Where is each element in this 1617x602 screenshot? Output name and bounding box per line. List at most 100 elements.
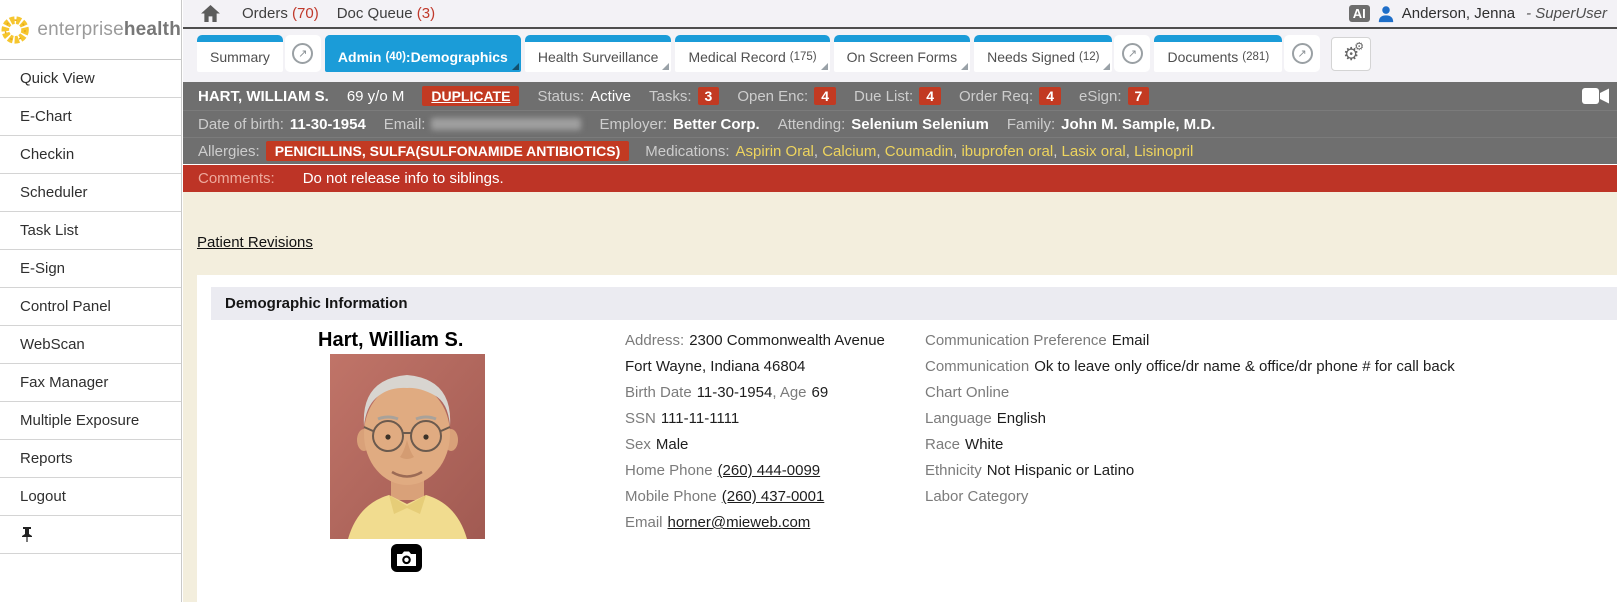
tab-health-surveillance[interactable]: Health Surveillance (525, 35, 672, 72)
detail-row: Race White (925, 432, 1617, 458)
status-label: Status: (537, 88, 584, 105)
sidebar-item-webscan[interactable]: WebScan (0, 326, 181, 364)
status-value: Active (590, 88, 631, 105)
open-enc-label: Open Enc: (737, 88, 808, 105)
detail-row: Labor Category (925, 484, 1617, 510)
medication-link[interactable]: Lasix oral (1062, 143, 1126, 160)
tasks-count-badge[interactable]: 3 (698, 87, 720, 105)
needs-signed-external-button[interactable]: ↗ (1114, 35, 1150, 72)
detail-label: Communication (925, 358, 1029, 375)
summary-external-button[interactable]: ↗ (285, 35, 321, 72)
sidebar-item-e-chart[interactable]: E-Chart (0, 98, 181, 136)
detail-row: Emailhorner@mieweb.com (625, 510, 925, 536)
detail-value: White (965, 436, 1003, 453)
doc-queue-link[interactable]: Doc Queue (3) (337, 5, 435, 22)
email-label: Email: (384, 116, 426, 133)
tab-summary[interactable]: Summary (197, 35, 283, 72)
detail-link[interactable]: (260) 444-0099 (718, 462, 821, 479)
main-content: Patient Revisions Demographic Informatio… (183, 192, 1617, 602)
sidebar-item-checkin[interactable]: Checkin (0, 136, 181, 174)
detail-link[interactable]: (260) 437-0001 (722, 488, 825, 505)
documents-external-button[interactable]: ↗ (1284, 35, 1320, 72)
comments-banner: Comments: Do not release info to sibling… (183, 165, 1617, 192)
demographic-card: Demographic Information Hart, William S. (197, 275, 1617, 602)
tab-documents[interactable]: Documents(281) (1154, 35, 1282, 72)
dob-label: Date of birth: (198, 116, 284, 133)
detail-value: 2300 Commonwealth Avenue (689, 332, 885, 349)
detail-label: Race (925, 436, 960, 453)
patient-age-sex: 69 y/o M (347, 88, 405, 105)
top-bar: Orders (70) Doc Queue (3) AI Anderson, J… (183, 0, 1617, 29)
comments-label: Comments: (198, 170, 275, 187)
sidebar-item-task-list[interactable]: Task List (0, 212, 181, 250)
ai-badge[interactable]: AI (1349, 5, 1370, 22)
order-req-count-badge[interactable]: 4 (1039, 87, 1061, 105)
detail-row: Communication PreferenceEmail (925, 328, 1617, 354)
medication-link[interactable]: Lisinopril (1134, 143, 1193, 160)
esign-count-badge[interactable]: 7 (1128, 87, 1150, 105)
patient-banner-row-3: Allergies: PENICILLINS, SULFA(SULFONAMID… (183, 137, 1617, 164)
detail-row: Birth Date11-30-1954, Age69 (625, 380, 925, 406)
sidebar-item-control-panel[interactable]: Control Panel (0, 288, 181, 326)
detail-label: , Age (772, 384, 806, 401)
tab-on-screen-forms[interactable]: On Screen Forms (834, 35, 970, 72)
video-camera-button[interactable] (1582, 88, 1609, 104)
medication-link[interactable]: Coumadin (885, 143, 953, 160)
detail-label: Birth Date (625, 384, 692, 401)
change-photo-button[interactable] (391, 544, 422, 572)
medications-list: Aspirin Oral, Calcium, Coumadin, ibuprof… (736, 143, 1194, 160)
detail-label: Mobile Phone (625, 488, 717, 505)
medication-link[interactable]: ibuprofen oral (961, 143, 1053, 160)
detail-value: English (997, 410, 1046, 427)
details-right: Communication PreferenceEmail Communicati… (925, 328, 1617, 510)
patient-display-name: Hart, William S. (318, 329, 463, 352)
sidebar-item-fax-manager[interactable]: Fax Manager (0, 364, 181, 402)
sunburst-logo-icon (0, 10, 30, 50)
detail-value: Email (1112, 332, 1150, 349)
open-enc-count-badge[interactable]: 4 (814, 87, 836, 105)
patient-revisions-link[interactable]: Patient Revisions (197, 234, 313, 251)
sidebar-item-scheduler[interactable]: Scheduler (0, 174, 181, 212)
medication-link[interactable]: Calcium (822, 143, 876, 160)
sidebar-pin-toggle[interactable] (0, 516, 181, 554)
user-role: - SuperUser (1526, 5, 1607, 22)
external-link-icon: ↗ (1122, 43, 1143, 64)
patient-banner-row-1: HART, WILLIAM S. 69 y/o M DUPLICATE Stat… (183, 82, 1617, 110)
enterprise-health-logo: enterprisehealth (0, 0, 182, 60)
employer-value: Better Corp. (673, 116, 760, 133)
sidebar-menu: Quick ViewE-ChartCheckinSchedulerTask Li… (0, 60, 181, 516)
medication-link[interactable]: Aspirin Oral (736, 143, 814, 160)
orders-link[interactable]: Orders (70) (242, 5, 319, 22)
user-menu[interactable]: Anderson, Jenna (1402, 5, 1515, 22)
allergies-label: Allergies: (198, 143, 260, 160)
due-list-count-badge[interactable]: 4 (919, 87, 941, 105)
sidebar-item-quick-view[interactable]: Quick View (0, 60, 181, 98)
pushpin-icon (20, 527, 34, 542)
tab-admin-demographics[interactable]: Admin(40):Demographics (325, 35, 521, 72)
detail-row: SSN 111-11-1111 (625, 406, 925, 432)
duplicate-badge[interactable]: DUPLICATE (422, 86, 519, 106)
detail-row: Address:2300 Commonwealth Avenue (625, 328, 925, 354)
patient-banner: HART, WILLIAM S. 69 y/o M DUPLICATE Stat… (183, 82, 1617, 164)
home-icon[interactable] (201, 5, 220, 22)
tab-medical-record[interactable]: Medical Record(175) (675, 35, 829, 72)
detail-link[interactable]: horner@mieweb.com (668, 514, 811, 531)
allergies-badge[interactable]: PENICILLINS, SULFA(SULFONAMIDE ANTIBIOTI… (266, 141, 630, 161)
tab-needs-signed[interactable]: Needs Signed(12) (974, 35, 1112, 72)
detail-row: Fort Wayne, Indiana 46804 (625, 354, 925, 380)
sidebar-item-multiple-exposure[interactable]: Multiple Exposure (0, 402, 181, 440)
sidebar-item-e-sign[interactable]: E-Sign (0, 250, 181, 288)
detail-label: SSN (625, 410, 656, 427)
patient-banner-row-2: Date of birth: 11-30-1954 Email: Employe… (183, 110, 1617, 137)
detail-value: Fort Wayne, Indiana 46804 (625, 358, 805, 375)
detail-value: 111-11-1111 (661, 410, 739, 427)
family-label: Family: (1007, 116, 1055, 133)
tab-settings-button[interactable]: ⚙⚙ (1331, 37, 1371, 71)
sidebar-item-logout[interactable]: Logout (0, 478, 181, 516)
employer-label: Employer: (599, 116, 667, 133)
detail-value: 69 (812, 384, 829, 401)
due-list-label: Due List: (854, 88, 913, 105)
detail-label: Home Phone (625, 462, 713, 479)
detail-label: Ethnicity (925, 462, 982, 479)
sidebar-item-reports[interactable]: Reports (0, 440, 181, 478)
